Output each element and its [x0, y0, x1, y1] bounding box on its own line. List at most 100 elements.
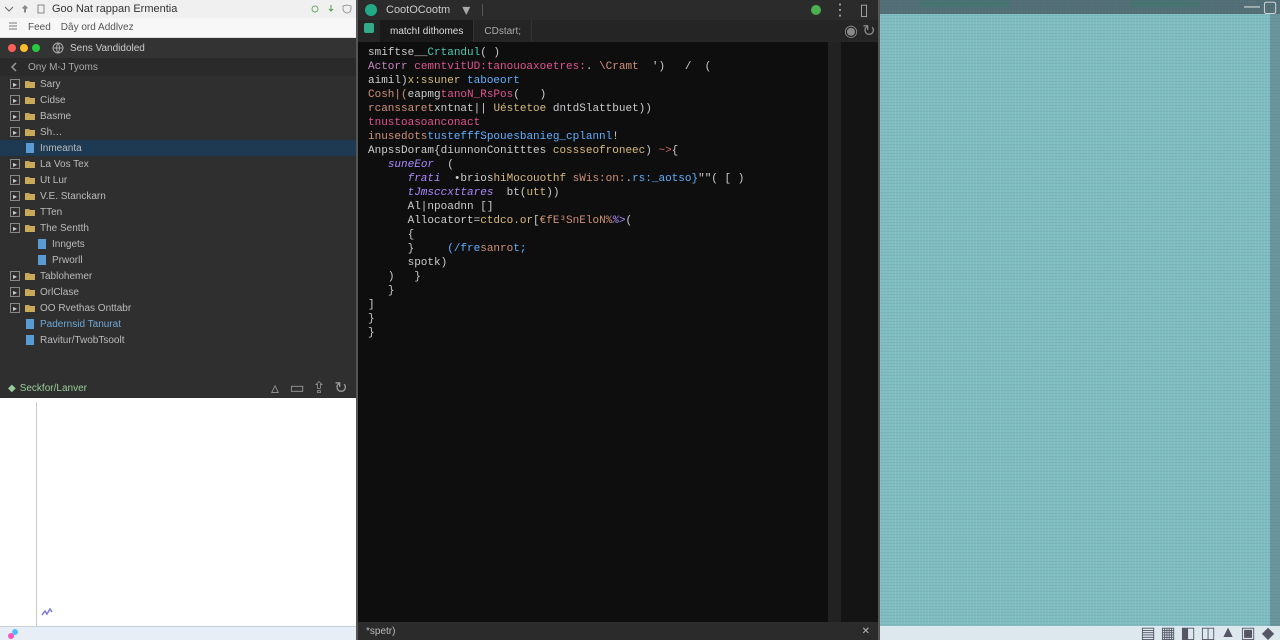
code-line[interactable]: AnpssDoram{diunnonConitttes cossseofrone… [368, 144, 822, 158]
tree-node[interactable]: ▸Cidse [0, 92, 356, 108]
maximize-icon[interactable]: ▢ [1264, 1, 1276, 13]
tree-node[interactable]: Inmeanta [0, 140, 356, 156]
refresh-icon[interactable]: ↻ [334, 381, 348, 395]
tool-icon[interactable]: ◆ [1262, 627, 1274, 639]
branch-icon: ◆ [8, 383, 16, 394]
tree-node[interactable]: Prworll [0, 252, 356, 268]
code-line[interactable]: suneEor ( [368, 158, 822, 172]
editor-tab[interactable]: CDstart; [474, 20, 532, 42]
tree-node-label: V.E. Stanckarn [40, 191, 106, 202]
tree-node[interactable]: Inngets [0, 236, 356, 252]
tree-node[interactable]: ▸ V.E. Stanckarn [0, 188, 356, 204]
code-line[interactable]: { [368, 228, 822, 242]
tree-node[interactable]: ▸Ut Lur [0, 172, 356, 188]
code-line[interactable]: Allocatort=ctdco.or[€fE³SnEloN%%>( [368, 214, 822, 228]
code-line[interactable]: frati •brioshiMocouothf sWis:on:.rs:_aot… [368, 172, 822, 186]
code-line[interactable]: Cosh|(eapmgtanoN_RsPos( ) [368, 88, 822, 102]
screen-icon[interactable]: ▭ [290, 381, 304, 395]
code-line[interactable]: } [368, 284, 822, 298]
tree-node-label: Ravitur/TwobTsoolt [40, 335, 124, 346]
tool-icon[interactable]: ◫ [1202, 627, 1214, 639]
code-line[interactable]: tnustoasoanconact [368, 116, 822, 130]
tool-icon[interactable]: ◧ [1182, 627, 1194, 639]
code-line[interactable]: aimil)x:ssuner taboeort [368, 74, 822, 88]
app-icon[interactable] [6, 627, 20, 640]
back-row[interactable]: Ony M-J Tyoms [0, 58, 356, 76]
folder-toggle-icon[interactable]: ▸ [10, 127, 20, 137]
download-icon[interactable] [326, 4, 336, 14]
toolbar-feed[interactable]: Feed [28, 22, 51, 33]
tree-node[interactable]: ▸TTen [0, 204, 356, 220]
folder-toggle-icon[interactable]: ▸ [10, 303, 20, 313]
tree-node[interactable]: ▸Sary [0, 76, 356, 92]
tree-node[interactable]: ▸La Vos Tex [0, 156, 356, 172]
code-line[interactable]: Actorr cemntvitUD:tanouoaxoetres:. \Cram… [368, 60, 822, 74]
editor-tab[interactable]: matchI dithomes [380, 20, 474, 42]
tool-icon[interactable]: ▣ [1242, 627, 1254, 639]
activity-icon[interactable] [40, 605, 54, 624]
folder-toggle-icon[interactable]: ▸ [10, 79, 20, 89]
pin-icon[interactable] [20, 4, 30, 14]
code-editor[interactable]: smiftse__Crtandul( )Actorr cemntvitUD:ta… [358, 42, 878, 622]
tool-icon[interactable]: ▦ [1162, 627, 1174, 639]
tree-node[interactable]: ▸Sh… [0, 124, 356, 140]
shield-icon[interactable] [342, 4, 352, 14]
code-line[interactable]: smiftse__Crtandul( ) [368, 46, 822, 60]
status-dot-icon [808, 2, 824, 18]
file-tree[interactable]: ▸Sary▸Cidse▸Basme▸Sh…Inmeanta▸La Vos Tex… [0, 76, 356, 378]
folder-toggle-icon[interactable]: ▸ [10, 223, 20, 233]
minimize-icon[interactable]: — [1246, 1, 1258, 13]
toolbar-address[interactable]: Dây ord Addlvez [61, 22, 134, 33]
more-icon[interactable]: ⋮ [832, 2, 848, 18]
code-line[interactable]: spotk) [368, 256, 822, 270]
menu-icon[interactable] [8, 21, 18, 34]
tree-node[interactable]: ▸OO Rvethas Onttabr [0, 300, 356, 316]
folder-toggle-icon[interactable]: ▸ [10, 287, 20, 297]
code-line[interactable]: ) } [368, 270, 822, 284]
account-row[interactable]: Sens Vandidoled [0, 38, 356, 58]
code-line[interactable]: rcanssaretxntnat|| Uéstetoe dntdSlattbue… [368, 102, 822, 116]
folder-toggle-icon[interactable]: ▸ [10, 207, 20, 217]
share-icon[interactable]: ⇪ [312, 381, 326, 395]
window-controls[interactable] [8, 44, 40, 52]
scrollbar-vertical[interactable] [828, 42, 840, 622]
folder-toggle-icon[interactable]: ▸ [10, 175, 20, 185]
close-dot-icon[interactable] [8, 44, 16, 52]
folder-toggle-icon[interactable]: ▸ [10, 111, 20, 121]
tab-app-icon[interactable] [358, 20, 380, 36]
minimize-dot-icon[interactable] [20, 44, 28, 52]
dropdown-icon[interactable]: ▾ [458, 2, 474, 18]
scrollbar-vertical[interactable] [1270, 14, 1280, 626]
tool-icon[interactable]: ▲ [1222, 627, 1234, 639]
folder-toggle-icon[interactable]: ▸ [10, 271, 20, 281]
marker [1130, 1, 1200, 7]
sync-icon[interactable] [310, 4, 320, 14]
folder-toggle-icon[interactable]: ▸ [10, 95, 20, 105]
tree-node[interactable]: Padernsid Tanurat [0, 316, 356, 332]
sync-icon[interactable]: ↻ [860, 20, 878, 42]
folder-toggle-icon[interactable]: ▸ [10, 159, 20, 169]
tree-node[interactable]: Ravitur/TwobTsoolt [0, 332, 356, 348]
tree-node[interactable]: ▸The Sentth [0, 220, 356, 236]
code-line[interactable]: } [368, 326, 822, 340]
code-line[interactable]: tJmsccxttares bt(utt)) [368, 186, 822, 200]
panel-icon[interactable]: ▯ [856, 2, 872, 18]
tree-node[interactable]: ▸Basme [0, 108, 356, 124]
eye-icon[interactable]: ◉ [842, 20, 860, 42]
zoom-dot-icon[interactable] [32, 44, 40, 52]
chevron-down-icon[interactable] [4, 4, 14, 14]
code-line[interactable]: } [368, 312, 822, 326]
folder-toggle-icon[interactable]: ▸ [10, 191, 20, 201]
tree-node[interactable]: ▸Tablohemer [0, 268, 356, 284]
code-line[interactable]: inusedotstustefffSpouesbanieg_cplannl! [368, 130, 822, 144]
tool-icon[interactable]: ▤ [1142, 627, 1154, 639]
tree-node[interactable]: ▸OrlClase [0, 284, 356, 300]
taskbar [0, 626, 356, 640]
upload-icon[interactable]: ▵ [268, 381, 282, 395]
minimap[interactable] [840, 42, 878, 622]
code-line[interactable]: ] [368, 298, 822, 312]
close-icon[interactable]: ✕ [862, 626, 870, 637]
code-area[interactable]: smiftse__Crtandul( )Actorr cemntvitUD:ta… [362, 42, 828, 622]
code-line[interactable]: } (/fresanrot; [368, 242, 822, 256]
code-line[interactable]: Al|npoadnn [] [368, 200, 822, 214]
